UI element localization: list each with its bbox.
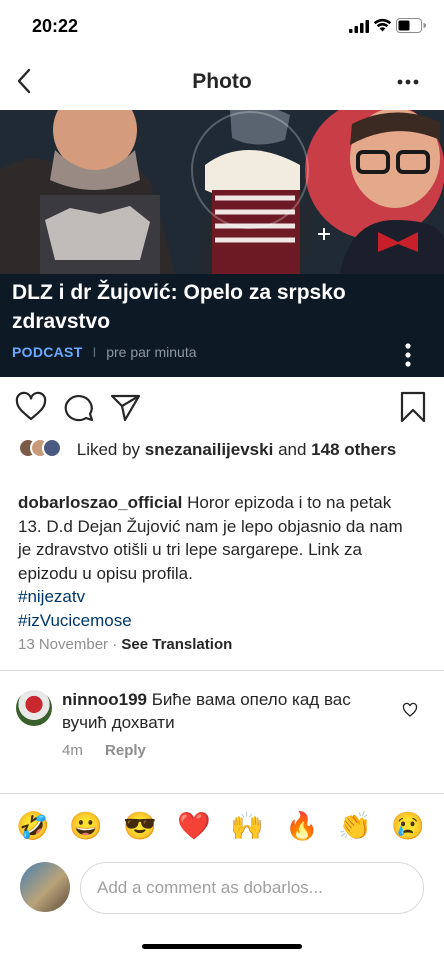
emoji-rofl-button[interactable]: 🤣 [15, 808, 51, 844]
comment-composer [0, 858, 444, 918]
post-date: 13 November [18, 636, 109, 653]
current-user-avatar [20, 862, 70, 912]
emoji-raised-hands-button[interactable]: 🙌 [229, 808, 265, 844]
top-navigation-bar: Photo [0, 52, 444, 110]
comment-like-heart-icon[interactable] [402, 702, 418, 718]
caption-username[interactable]: dobarloszao_official [18, 493, 182, 512]
podcast-hosts-photo [0, 110, 444, 274]
post-headline: DLZ i dr Žujović: Opelo za srpsko zdravs… [12, 281, 346, 333]
post-meta: 13 November · See Translation [18, 636, 232, 653]
podcast-tag: PODCAST [12, 344, 83, 360]
status-time: 20:22 [32, 16, 79, 36]
comment-age: 4m [62, 742, 83, 759]
meta-separator: · [112, 636, 118, 653]
vertical-dots-icon [405, 343, 411, 367]
hashtag-link[interactable]: #izVucicemose [18, 609, 418, 633]
page-title: Photo [192, 70, 252, 93]
battery-icon [396, 18, 426, 33]
liker-avatar [42, 438, 62, 458]
share-paper-plane-icon[interactable] [108, 390, 142, 424]
post-caption: dobarloszao_official Horor epizoda i to … [18, 491, 418, 632]
commenter-avatar[interactable] [16, 690, 52, 726]
home-indicator[interactable] [142, 944, 302, 949]
hashtag-link[interactable]: #nijezatv [18, 585, 418, 609]
comment-body: ninnoo199 Биће вама опело кад вас вучић … [62, 688, 382, 734]
emoji-sunglasses-button[interactable]: 😎 [122, 808, 158, 844]
podcast-posted-time: pre par minuta [106, 344, 197, 360]
emoji-heart-button[interactable]: ❤️ [176, 808, 212, 844]
emoji-crying-button[interactable]: 😢 [390, 808, 426, 844]
comment-input[interactable] [80, 862, 424, 914]
emoji-quick-bar: 🤣 😀 😎 ❤️ 🙌 🔥 👏 😢 [0, 808, 444, 848]
comment-meta: 4m Reply [62, 742, 146, 759]
liker-avatars [18, 438, 72, 458]
see-translation-link[interactable]: See Translation [121, 636, 232, 653]
divider [0, 670, 444, 671]
reply-button[interactable]: Reply [105, 742, 146, 759]
emoji-fire-button[interactable]: 🔥 [284, 808, 320, 844]
comment-item: ninnoo199 Биће вама опело кад вас вучић … [0, 682, 444, 772]
podcast-separator: I [92, 344, 97, 360]
likes-connector: and [278, 440, 307, 459]
likes-prefix: Liked by [76, 440, 141, 459]
save-bookmark-icon[interactable] [396, 390, 430, 424]
post-image[interactable]: DLZ i dr Žujović: Opelo za srpsko zdravs… [0, 110, 444, 377]
comment-username[interactable]: ninnoo199 [62, 690, 147, 709]
likes-summary[interactable]: Liked by snezanailijevski and 148 others [18, 438, 428, 461]
liker-username[interactable]: snezanailijevski [145, 440, 274, 459]
comment-bubble-icon[interactable] [62, 390, 96, 424]
post-action-bar [0, 378, 444, 434]
likes-count[interactable]: 148 others [311, 440, 396, 459]
divider [0, 793, 444, 794]
emoji-grin-button[interactable]: 😀 [68, 808, 104, 844]
podcast-info: PODCAST I pre par minuta [12, 344, 197, 360]
more-options-icon[interactable] [394, 70, 422, 94]
wifi-icon [373, 18, 392, 32]
status-bar: 20:22 [0, 0, 444, 52]
like-heart-icon[interactable] [14, 390, 48, 424]
cellular-signal-icon [349, 20, 369, 33]
emoji-clap-button[interactable]: 👏 [337, 808, 373, 844]
